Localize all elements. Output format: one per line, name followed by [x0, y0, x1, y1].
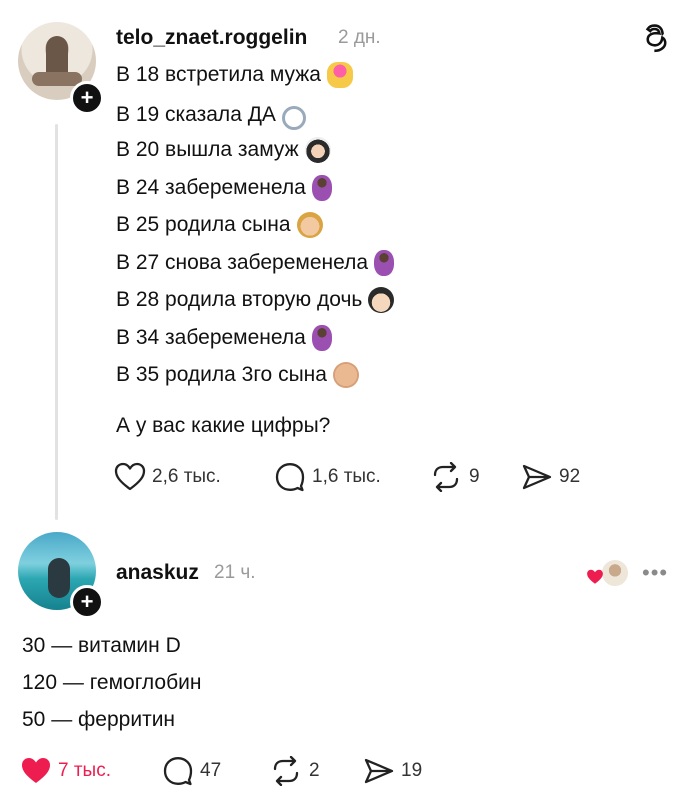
comment-icon [162, 756, 194, 786]
avatar-figure-legs [32, 72, 82, 86]
reply-share-count: 19 [401, 760, 423, 781]
avatar-figure [48, 558, 70, 598]
post-text-line: В 20 вышла замуж [116, 137, 331, 163]
like-count: 2,6 тыс. [152, 466, 221, 487]
send-icon [521, 462, 553, 492]
comment-button[interactable]: 1,6 тыс. [274, 462, 429, 492]
post-timestamp: 2 дн. [338, 27, 381, 48]
reply-share-button[interactable]: 19 [363, 756, 422, 786]
post-text-line-label: В 34 забеременела [116, 325, 306, 349]
liked-by-author-indicator [586, 558, 630, 588]
post-text-line-label: В 27 снова забеременела [116, 250, 369, 274]
post-text-line-label: В 35 родила 3го сына [116, 363, 327, 386]
post-text-line-label: В 24 забеременела [116, 175, 306, 199]
post-text-line: В 35 родила 3го сына [116, 362, 359, 388]
reply-action-bar: 7 тыс. 47 2 19 [20, 756, 422, 786]
follow-plus-icon[interactable]: + [70, 585, 104, 619]
reply-text-line: 50 — ферритин [22, 708, 176, 731]
post-text-line-label: В 20 вышла замуж [116, 138, 299, 161]
ring-emoji [281, 105, 306, 130]
post-text-line-label: В 19 сказала ДА [116, 102, 276, 126]
reply-text-line: 30 — витамин D [22, 634, 181, 657]
post-text-line-label: В 18 встретила мужа [116, 63, 321, 86]
share-button[interactable]: 92 [521, 462, 580, 492]
post-text-line-label: В 28 родила вторую дочь [116, 288, 363, 311]
comment-count: 1,6 тыс. [312, 466, 381, 487]
share-count: 92 [559, 466, 581, 487]
post-text-line: В 25 родила сына [116, 212, 323, 238]
pregnant-emoji [311, 324, 332, 351]
reply-repost-button[interactable]: 2 [269, 756, 363, 786]
repost-button[interactable]: 9 [429, 462, 521, 492]
reply-text-line: 120 — гемоглобин [22, 671, 202, 694]
repost-count: 9 [469, 466, 480, 487]
post-action-bar: 2,6 тыс. 1,6 тыс. 9 92 [114, 462, 580, 492]
follow-plus-icon[interactable]: + [70, 81, 104, 115]
heart-icon [587, 569, 603, 584]
post-text-line: В 34 забеременела [116, 324, 332, 351]
reply-timestamp: 21 ч. [214, 562, 256, 583]
reply-like-button[interactable]: 7 тыс. [20, 756, 162, 786]
reply-comment-count: 47 [200, 760, 222, 781]
comment-icon [274, 462, 306, 492]
boy-emoji [296, 212, 323, 238]
post-username[interactable]: telo_znaet.roggelin [116, 26, 307, 50]
post-text-line: В 24 забеременела [116, 174, 332, 201]
thread-connector-line [55, 124, 58, 520]
reply-like-count: 7 тыс. [58, 760, 111, 781]
post-text-line: В 19 сказала ДА [116, 100, 306, 130]
post-text-line: В 18 встретила мужа [116, 62, 353, 88]
reply-username[interactable]: anaskuz [116, 561, 199, 585]
author-mini-avatar [600, 558, 630, 588]
reply-comment-button[interactable]: 47 [162, 756, 269, 786]
pregnant-emoji [311, 174, 332, 201]
post-text-line: В 28 родила вторую дочь [116, 287, 395, 313]
post-text-line: В 27 снова забеременела [116, 249, 395, 276]
heart-filled-icon [20, 756, 52, 786]
threads-icon[interactable] [641, 22, 673, 54]
heart-icon [114, 462, 146, 492]
repost-icon [429, 462, 463, 492]
bride-emoji [304, 137, 331, 163]
send-icon [363, 756, 395, 786]
repost-icon [269, 756, 303, 786]
baby-emoji [332, 362, 359, 388]
girl-emoji [368, 287, 395, 313]
post-text-line-label: В 25 родила сына [116, 213, 291, 236]
reply-repost-count: 2 [309, 760, 320, 781]
pregnant-emoji [374, 249, 395, 276]
more-options-icon[interactable]: ••• [642, 560, 668, 586]
like-button[interactable]: 2,6 тыс. [114, 462, 274, 492]
couple-emoji [327, 62, 353, 88]
post-question: А у вас какие цифры? [116, 414, 331, 437]
